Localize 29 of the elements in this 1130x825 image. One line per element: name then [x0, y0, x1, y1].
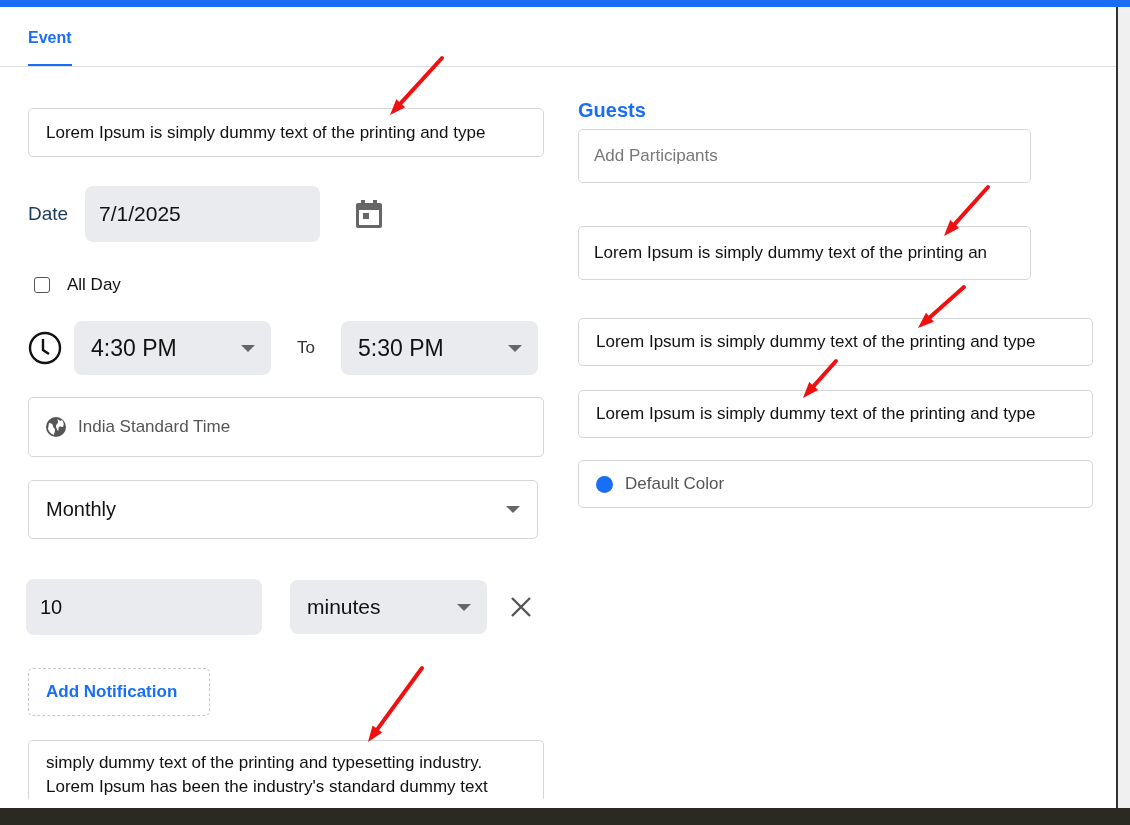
timezone-field[interactable]: India Standard Time — [28, 397, 544, 457]
text-field[interactable]: Lorem Ipsum is simply dummy text of the printing and type — [578, 318, 1093, 366]
title-field[interactable]: Lorem Ipsum is simply dummy text of the printing and type — [28, 108, 544, 157]
date-label: Date — [28, 203, 70, 225]
date-field[interactable]: 7/1/2025 — [85, 186, 320, 242]
text-field[interactable]: Lorem Ipsum is simply dummy text of the printing and type — [578, 390, 1093, 438]
reminder-unit-dropdown[interactable]: minutes — [290, 580, 487, 634]
caret-icon — [457, 603, 471, 611]
caret-icon — [506, 506, 520, 513]
calendar-icon[interactable] — [355, 199, 383, 229]
add-notification-button[interactable]: Add Notification — [28, 668, 210, 716]
description-field[interactable]: simply dummy text of the printing and typesetting industry. Lorem Ipsum has been the industry's standard dummy text — [28, 740, 544, 799]
caret-icon — [241, 344, 255, 352]
all-day-checkbox[interactable] — [34, 277, 50, 293]
caret-icon — [508, 344, 522, 352]
clock-icon — [28, 331, 62, 365]
text-field[interactable]: Lorem Ipsum is simply dummy text of the printing an — [578, 226, 1031, 280]
end-time-dropdown[interactable]: 5:30 PM — [341, 321, 538, 375]
to-label: To — [296, 338, 316, 358]
close-icon[interactable] — [511, 597, 531, 617]
add-participants-field[interactable]: Add Participants — [578, 129, 1031, 183]
guests-heading: Guests — [578, 99, 647, 121]
start-time-dropdown[interactable]: 4:30 PM — [74, 321, 271, 375]
all-day-label: All Day — [67, 275, 121, 295]
event-tab[interactable]: Event — [28, 7, 72, 66]
recurrence-dropdown[interactable]: Monthly — [28, 480, 538, 539]
globe-icon — [46, 417, 66, 437]
color-dropdown[interactable]: Default Color — [578, 460, 1093, 508]
reminder-amount-field[interactable]: 10 — [26, 579, 262, 635]
